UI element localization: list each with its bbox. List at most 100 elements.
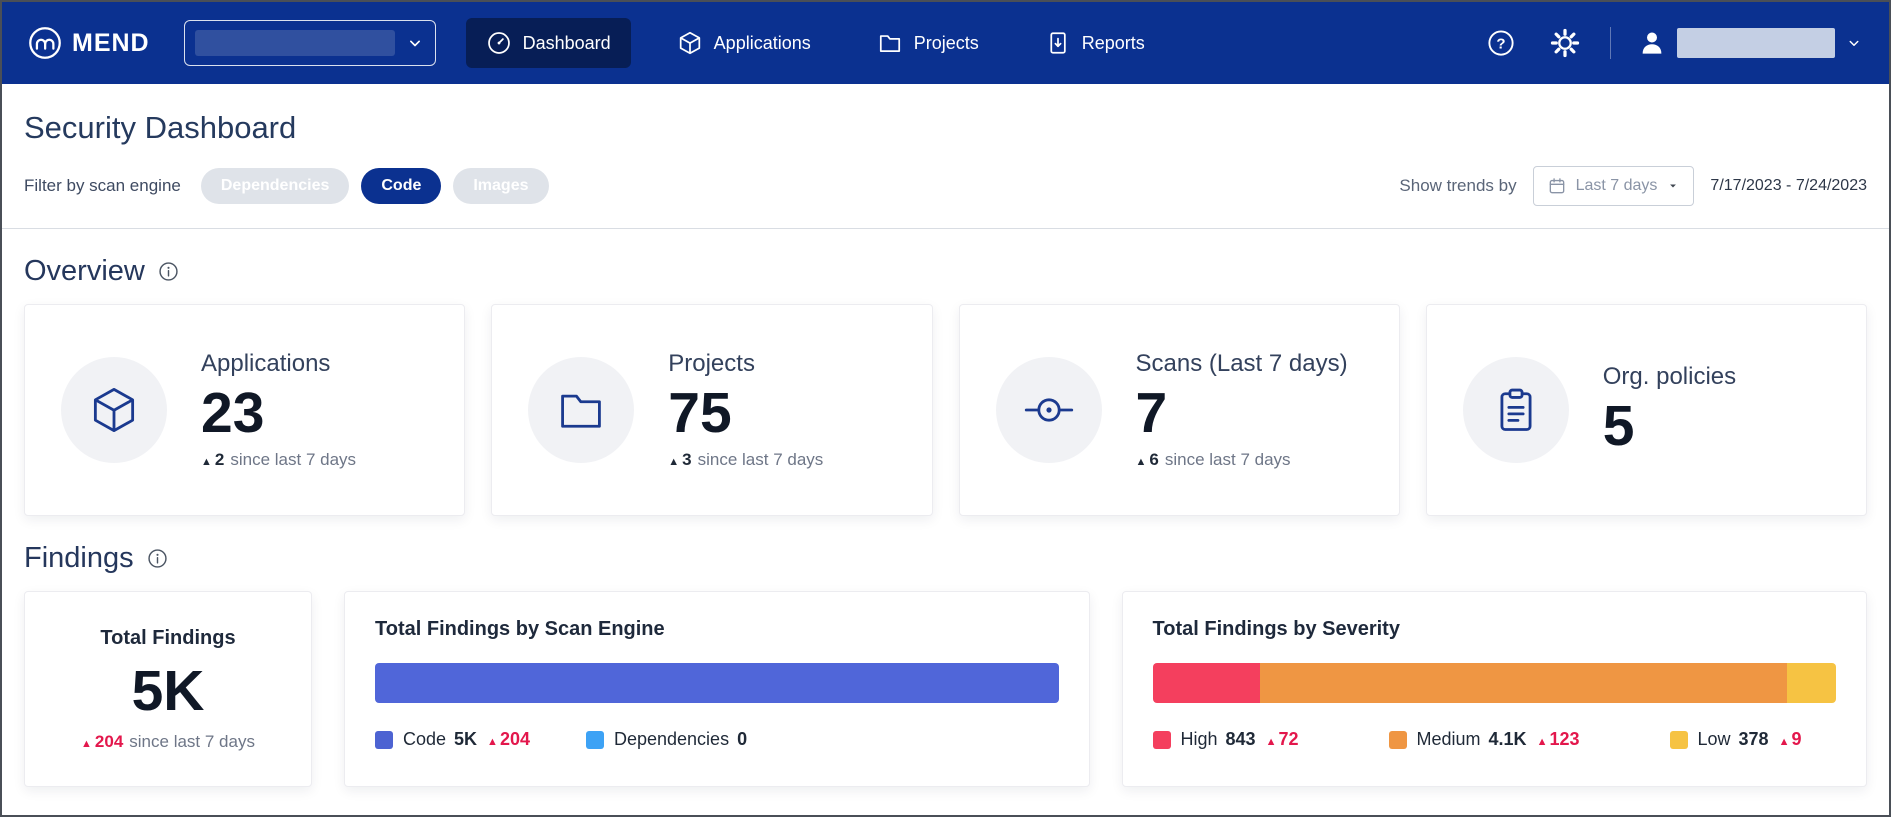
trend-up-icon: ▲: [201, 456, 212, 468]
filter-row: Filter by scan engine Dependencies Code …: [2, 154, 1889, 228]
legend-item-code: Code 5K ▲ 204: [375, 729, 530, 750]
filter-pill-code[interactable]: Code: [361, 168, 441, 204]
legend-item-high: High 843 ▲ 72: [1153, 729, 1299, 750]
legend-delta: ▲ 9: [1779, 729, 1802, 750]
findings-info-button[interactable]: [146, 547, 169, 570]
severity-segment-high: [1153, 663, 1261, 703]
tab-dashboard[interactable]: Dashboard: [466, 18, 631, 68]
overview-info-button[interactable]: [157, 260, 180, 283]
mend-logo-icon: [28, 26, 62, 60]
severity-segment-medium: [1260, 663, 1787, 703]
filter-pill-dependencies[interactable]: Dependencies: [201, 168, 349, 204]
trend-up-icon: ▲: [1266, 736, 1277, 748]
trends-label: Show trends by: [1399, 176, 1516, 196]
findings-by-severity-card: Total Findings by Severity High 843 ▲ 72…: [1122, 591, 1868, 787]
info-icon: [157, 260, 180, 283]
engine-bar-segment-code: [375, 663, 1059, 703]
card-value: 5: [1603, 397, 1736, 457]
legend-delta: ▲ 72: [1266, 729, 1299, 750]
card-value: 75: [668, 384, 823, 444]
trend-up-icon: ▲: [81, 738, 92, 750]
org-selector-redacted-value: [195, 30, 395, 56]
findings-title: Findings: [24, 542, 134, 575]
legend-item-dependencies: Dependencies 0: [586, 729, 747, 750]
legend-delta: ▲ 123: [1537, 729, 1580, 750]
total-findings-delta: ▲ 204 since last 7 days: [81, 732, 255, 752]
folder-icon: [528, 357, 634, 463]
findings-cards: Total Findings 5K ▲ 204 since last 7 day…: [2, 591, 1889, 813]
settings-button[interactable]: [1546, 24, 1584, 62]
info-icon: [146, 547, 169, 570]
filter-label: Filter by scan engine: [24, 176, 181, 196]
chevron-down-icon: [1845, 34, 1863, 52]
gear-icon: [1550, 28, 1580, 58]
chevron-down-icon: [405, 33, 425, 53]
clipboard-icon: [1463, 357, 1569, 463]
cube-icon: [61, 357, 167, 463]
trend-up-icon: ▲: [1779, 736, 1790, 748]
date-range-text: 7/17/2023 - 7/24/2023: [1710, 177, 1867, 195]
user-menu[interactable]: [1637, 28, 1863, 58]
card-label: Projects: [668, 350, 823, 378]
card-label: Scans (Last 7 days): [1136, 350, 1348, 378]
trends-controls: Show trends by Last 7 days 7/17/2023 - 7…: [1399, 166, 1867, 206]
dashboard-gauge-icon: [486, 30, 512, 56]
user-avatar-icon: [1637, 28, 1667, 58]
legend-item-medium: Medium 4.1K ▲ 123: [1389, 729, 1580, 750]
help-button[interactable]: ?: [1482, 24, 1520, 62]
trend-up-icon: ▲: [668, 456, 679, 468]
nav-divider: [1610, 27, 1611, 59]
report-document-icon: [1045, 30, 1071, 56]
legend-swatch: [1670, 731, 1688, 749]
filter-pill-images[interactable]: Images: [453, 168, 548, 204]
overview-section-head: Overview: [24, 255, 1867, 288]
tab-label: Applications: [714, 33, 811, 54]
scans-card: Scans (Last 7 days) 7 ▲ 6 since last 7 d…: [959, 304, 1400, 516]
legend-item-low: Low 378 ▲ 9: [1670, 729, 1802, 750]
tab-reports[interactable]: Reports: [1025, 18, 1165, 68]
legend-delta: ▲ 204: [487, 729, 530, 750]
card-delta: ▲ 2 since last 7 days: [201, 450, 356, 470]
trend-up-icon: ▲: [487, 736, 498, 748]
org-policies-card: Org. policies 5: [1426, 304, 1867, 516]
mend-logo[interactable]: MEND: [28, 26, 150, 60]
overview-title: Overview: [24, 255, 145, 288]
tab-label: Projects: [914, 33, 979, 54]
trends-period-dropdown[interactable]: Last 7 days: [1533, 166, 1695, 206]
legend-swatch: [1389, 731, 1407, 749]
user-name-redacted: [1677, 28, 1835, 58]
card-label: Applications: [201, 350, 356, 378]
engine-legend: Code 5K ▲ 204 Dependencies 0: [375, 729, 1059, 750]
findings-section-head: Findings: [24, 542, 1867, 575]
tab-projects[interactable]: Projects: [857, 18, 999, 68]
severity-segment-low: [1787, 663, 1836, 703]
total-findings-value: 5K: [132, 658, 205, 724]
card-value: 7: [1136, 384, 1348, 444]
tab-label: Dashboard: [523, 33, 611, 54]
card-delta: ▲ 3 since last 7 days: [668, 450, 823, 470]
scan-node-icon: [996, 357, 1102, 463]
header-divider: [2, 228, 1889, 229]
top-nav: MEND Dashboard: [2, 2, 1889, 84]
trend-up-icon: ▲: [1136, 456, 1147, 468]
total-findings-card: Total Findings 5K ▲ 204 since last 7 day…: [24, 591, 312, 787]
card-title: Total Findings: [100, 627, 235, 650]
applications-card: Applications 23 ▲ 2 since last 7 days: [24, 304, 465, 516]
trends-period-value: Last 7 days: [1576, 177, 1658, 195]
card-delta: ▲ 6 since last 7 days: [1136, 450, 1348, 470]
page-title: Security Dashboard: [2, 84, 1889, 154]
projects-card: Projects 75 ▲ 3 since last 7 days: [491, 304, 932, 516]
legend-swatch: [586, 731, 604, 749]
legend-swatch: [1153, 731, 1171, 749]
legend-swatch: [375, 731, 393, 749]
severity-legend: High 843 ▲ 72 Medium 4.1K ▲ 123 Low 37: [1153, 729, 1837, 750]
card-value: 23: [201, 384, 356, 444]
org-selector-dropdown[interactable]: [184, 20, 436, 66]
tab-label: Reports: [1082, 33, 1145, 54]
overview-cards: Applications 23 ▲ 2 since last 7 days Pr…: [2, 304, 1889, 516]
tab-applications[interactable]: Applications: [657, 18, 831, 68]
cube-icon: [677, 30, 703, 56]
card-label: Org. policies: [1603, 363, 1736, 391]
trend-up-icon: ▲: [1537, 736, 1548, 748]
chevron-down-icon: [1666, 179, 1680, 193]
